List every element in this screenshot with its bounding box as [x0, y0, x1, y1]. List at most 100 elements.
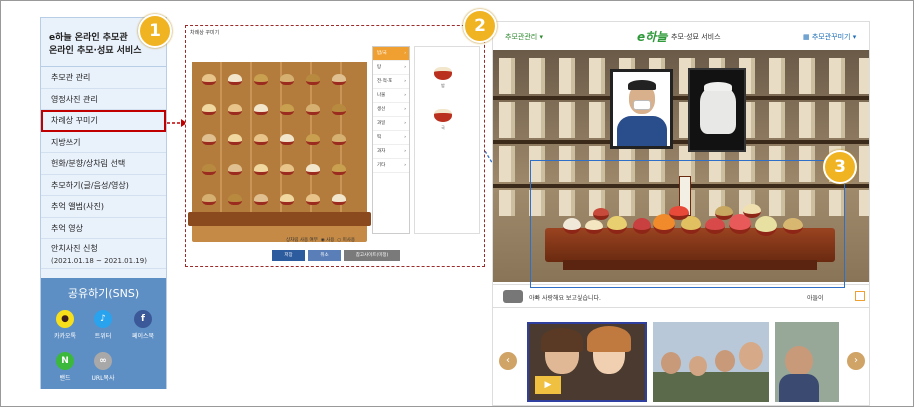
sidebar-item-ancestral-table[interactable]: 차례상 꾸미기	[41, 110, 166, 132]
share-label: URL복사	[91, 375, 115, 382]
category-item[interactable]: 떡 ›	[373, 131, 409, 145]
edit-icon[interactable]	[855, 291, 865, 301]
sidebar-item-portrait-management[interactable]: 영정사진 관리	[41, 89, 166, 110]
table-dish[interactable]	[254, 104, 268, 115]
table-dish[interactable]	[306, 74, 320, 85]
table-dish[interactable]	[228, 104, 242, 115]
sidebar-item-memory-video[interactable]: 추억 영상	[41, 218, 166, 239]
chevron-right-icon: ›	[404, 163, 406, 168]
share-twitter-button[interactable]: ♪ 트위터	[83, 310, 123, 340]
facebook-icon: f	[134, 310, 152, 328]
category-item[interactable]: 전·적·포 ›	[373, 75, 409, 89]
table-dish[interactable]	[332, 74, 346, 85]
screenshot-frame: e하늘 온라인 추모관 온라인 추모·성묘 서비스 추모관 관리 영정사진 관리…	[0, 0, 914, 407]
table-dish[interactable]	[332, 164, 346, 175]
table-dish[interactable]	[306, 164, 320, 175]
shelf-line	[493, 96, 869, 100]
photo-thumbnail[interactable]	[775, 322, 839, 402]
table-dish[interactable]	[332, 104, 346, 115]
option-no: 미사용	[342, 238, 356, 243]
table-dish[interactable]	[280, 104, 294, 115]
category-item[interactable]: 탕 ›	[373, 61, 409, 75]
panel-title: 차례상 꾸미기	[190, 30, 220, 36]
sidebar-item-memorial-management[interactable]: 추모관 관리	[41, 67, 166, 89]
chevron-right-icon: ›	[404, 65, 406, 70]
prev-arrow-button[interactable]: ‹	[499, 352, 517, 370]
radio-unchecked-icon[interactable]: ○	[337, 238, 341, 243]
category-item[interactable]: 기타 ›	[373, 159, 409, 173]
reference-site-button[interactable]: 참고사이트(미정)	[344, 250, 400, 261]
message-icon	[503, 290, 523, 303]
category-item[interactable]: 과자 ›	[373, 145, 409, 159]
sidebar-item-tribute[interactable]: 추모하기(글/음성/영상)	[41, 175, 166, 196]
category-label: 탕	[377, 65, 382, 70]
table-usage-option: 상차림 사용 여부 ◉ 사용 ○ 미사용	[286, 237, 355, 243]
table-dish[interactable]	[202, 164, 216, 175]
sidebar-item-enshrine-photo-request[interactable]: 안치사진 신청 (2021.01.18 ~ 2021.01.19)	[41, 239, 166, 269]
category-list: 밥/국 › 탕 › 전·적·포 › 나물 › 생선 › 과일 › 떡 › 과자 › 기타 ›	[372, 46, 410, 234]
table-dish[interactable]	[228, 134, 242, 145]
radio-checked-icon[interactable]: ◉	[321, 238, 325, 243]
cancel-button[interactable]: 취소	[308, 250, 341, 261]
table-dish[interactable]	[280, 194, 294, 205]
table-dish[interactable]	[228, 164, 242, 175]
table-dish[interactable]	[306, 104, 320, 115]
tribute-message: 아빠 사랑해요 보고싶습니다.	[529, 295, 601, 302]
table-dish[interactable]	[332, 194, 346, 205]
sidebar-item-offering-select[interactable]: 헌화/분향/상차림 선택	[41, 153, 166, 175]
category-item[interactable]: 과일 ›	[373, 117, 409, 131]
table-dish[interactable]	[332, 134, 346, 145]
band-icon: N	[56, 352, 74, 370]
urn-shelf-row	[493, 58, 869, 94]
table-dish[interactable]	[202, 104, 216, 115]
table-dish[interactable]	[254, 134, 268, 145]
memorial-decorate-menu[interactable]: ▦ 추모관꾸미기 ▾	[803, 32, 856, 42]
chevron-right-icon: ›	[404, 51, 406, 56]
share-label: 트위터	[94, 333, 112, 340]
table-dish[interactable]	[202, 194, 216, 205]
table-dish[interactable]	[280, 164, 294, 175]
table-dish[interactable]	[280, 74, 294, 85]
video-thumbnail[interactable]: ▶	[527, 322, 647, 402]
next-arrow-button[interactable]: ›	[847, 352, 865, 370]
category-item[interactable]: 생선 ›	[373, 103, 409, 117]
table-dish[interactable]	[254, 74, 268, 85]
food-item-soup[interactable]: 국	[429, 109, 457, 131]
table-dish[interactable]	[306, 194, 320, 205]
category-item[interactable]: 밥/국 ›	[373, 47, 409, 61]
table-dish[interactable]	[280, 134, 294, 145]
chevron-right-icon: ›	[404, 135, 406, 140]
connector-arrow-red	[167, 119, 187, 127]
share-kakaotalk-button[interactable]: ● 카카오톡	[45, 310, 85, 340]
sidebar-item-photo-album[interactable]: 추억 앨범(사진)	[41, 196, 166, 218]
save-button[interactable]: 저장	[272, 250, 305, 261]
table-dish[interactable]	[306, 134, 320, 145]
share-facebook-button[interactable]: f 페이스북	[123, 310, 163, 340]
share-band-button[interactable]: N 밴드	[45, 352, 85, 382]
item-list: 밥 국	[414, 46, 480, 234]
share-url-copy-button[interactable]: ∞ URL복사	[83, 352, 123, 382]
table-dish[interactable]	[228, 74, 242, 85]
rice-bowl-icon	[434, 67, 452, 80]
photo-thumbnail[interactable]	[653, 322, 769, 402]
urn-photo	[688, 68, 746, 152]
category-item[interactable]: 나물 ›	[373, 89, 409, 103]
category-label: 나물	[377, 93, 386, 98]
shelf-line	[493, 140, 869, 144]
step-badge-3: 3	[823, 150, 857, 184]
table-surface	[188, 212, 371, 226]
category-label: 생선	[377, 107, 386, 112]
chevron-right-icon: ›	[404, 79, 406, 84]
table-dish[interactable]	[202, 74, 216, 85]
share-title: 공유하기(SNS)	[67, 287, 140, 300]
grid-icon: ▦	[803, 33, 810, 41]
table-dish[interactable]	[202, 134, 216, 145]
category-label: 과자	[377, 149, 386, 154]
food-item-rice[interactable]: 밥	[429, 67, 457, 89]
table-dish[interactable]	[228, 194, 242, 205]
memorial-management-menu[interactable]: 추모관관리 ▾	[505, 32, 543, 42]
memorial-room-view: 추모관관리 ▾ e하늘 추모·성묘 서비스 ▦ 추모관꾸미기 ▾ 아빠 사랑해요…	[492, 21, 870, 406]
table-dish[interactable]	[254, 164, 268, 175]
table-dish[interactable]	[254, 194, 268, 205]
sidebar-item-jibang-writing[interactable]: 지방쓰기	[41, 132, 166, 153]
